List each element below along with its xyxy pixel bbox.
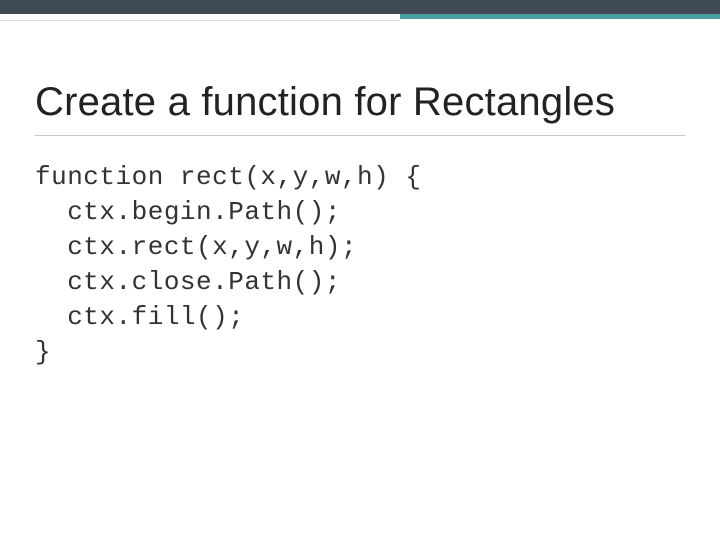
code-line: } bbox=[35, 337, 51, 367]
bar-teal bbox=[400, 14, 720, 19]
code-line: ctx.close.Path(); bbox=[35, 267, 341, 297]
code-line: function rect(x,y,w,h) { bbox=[35, 162, 421, 192]
bar-dark bbox=[0, 0, 720, 14]
bar-light-line bbox=[0, 20, 400, 21]
code-block: function rect(x,y,w,h) { ctx.begin.Path(… bbox=[35, 160, 685, 371]
decorative-top-bar bbox=[0, 0, 720, 22]
code-line: ctx.begin.Path(); bbox=[35, 197, 341, 227]
code-line: ctx.fill(); bbox=[35, 302, 244, 332]
slide-content: Create a function for Rectangles functio… bbox=[35, 80, 685, 371]
slide-title: Create a function for Rectangles bbox=[35, 80, 685, 136]
code-line: ctx.rect(x,y,w,h); bbox=[35, 232, 357, 262]
slide: Create a function for Rectangles functio… bbox=[0, 0, 720, 540]
